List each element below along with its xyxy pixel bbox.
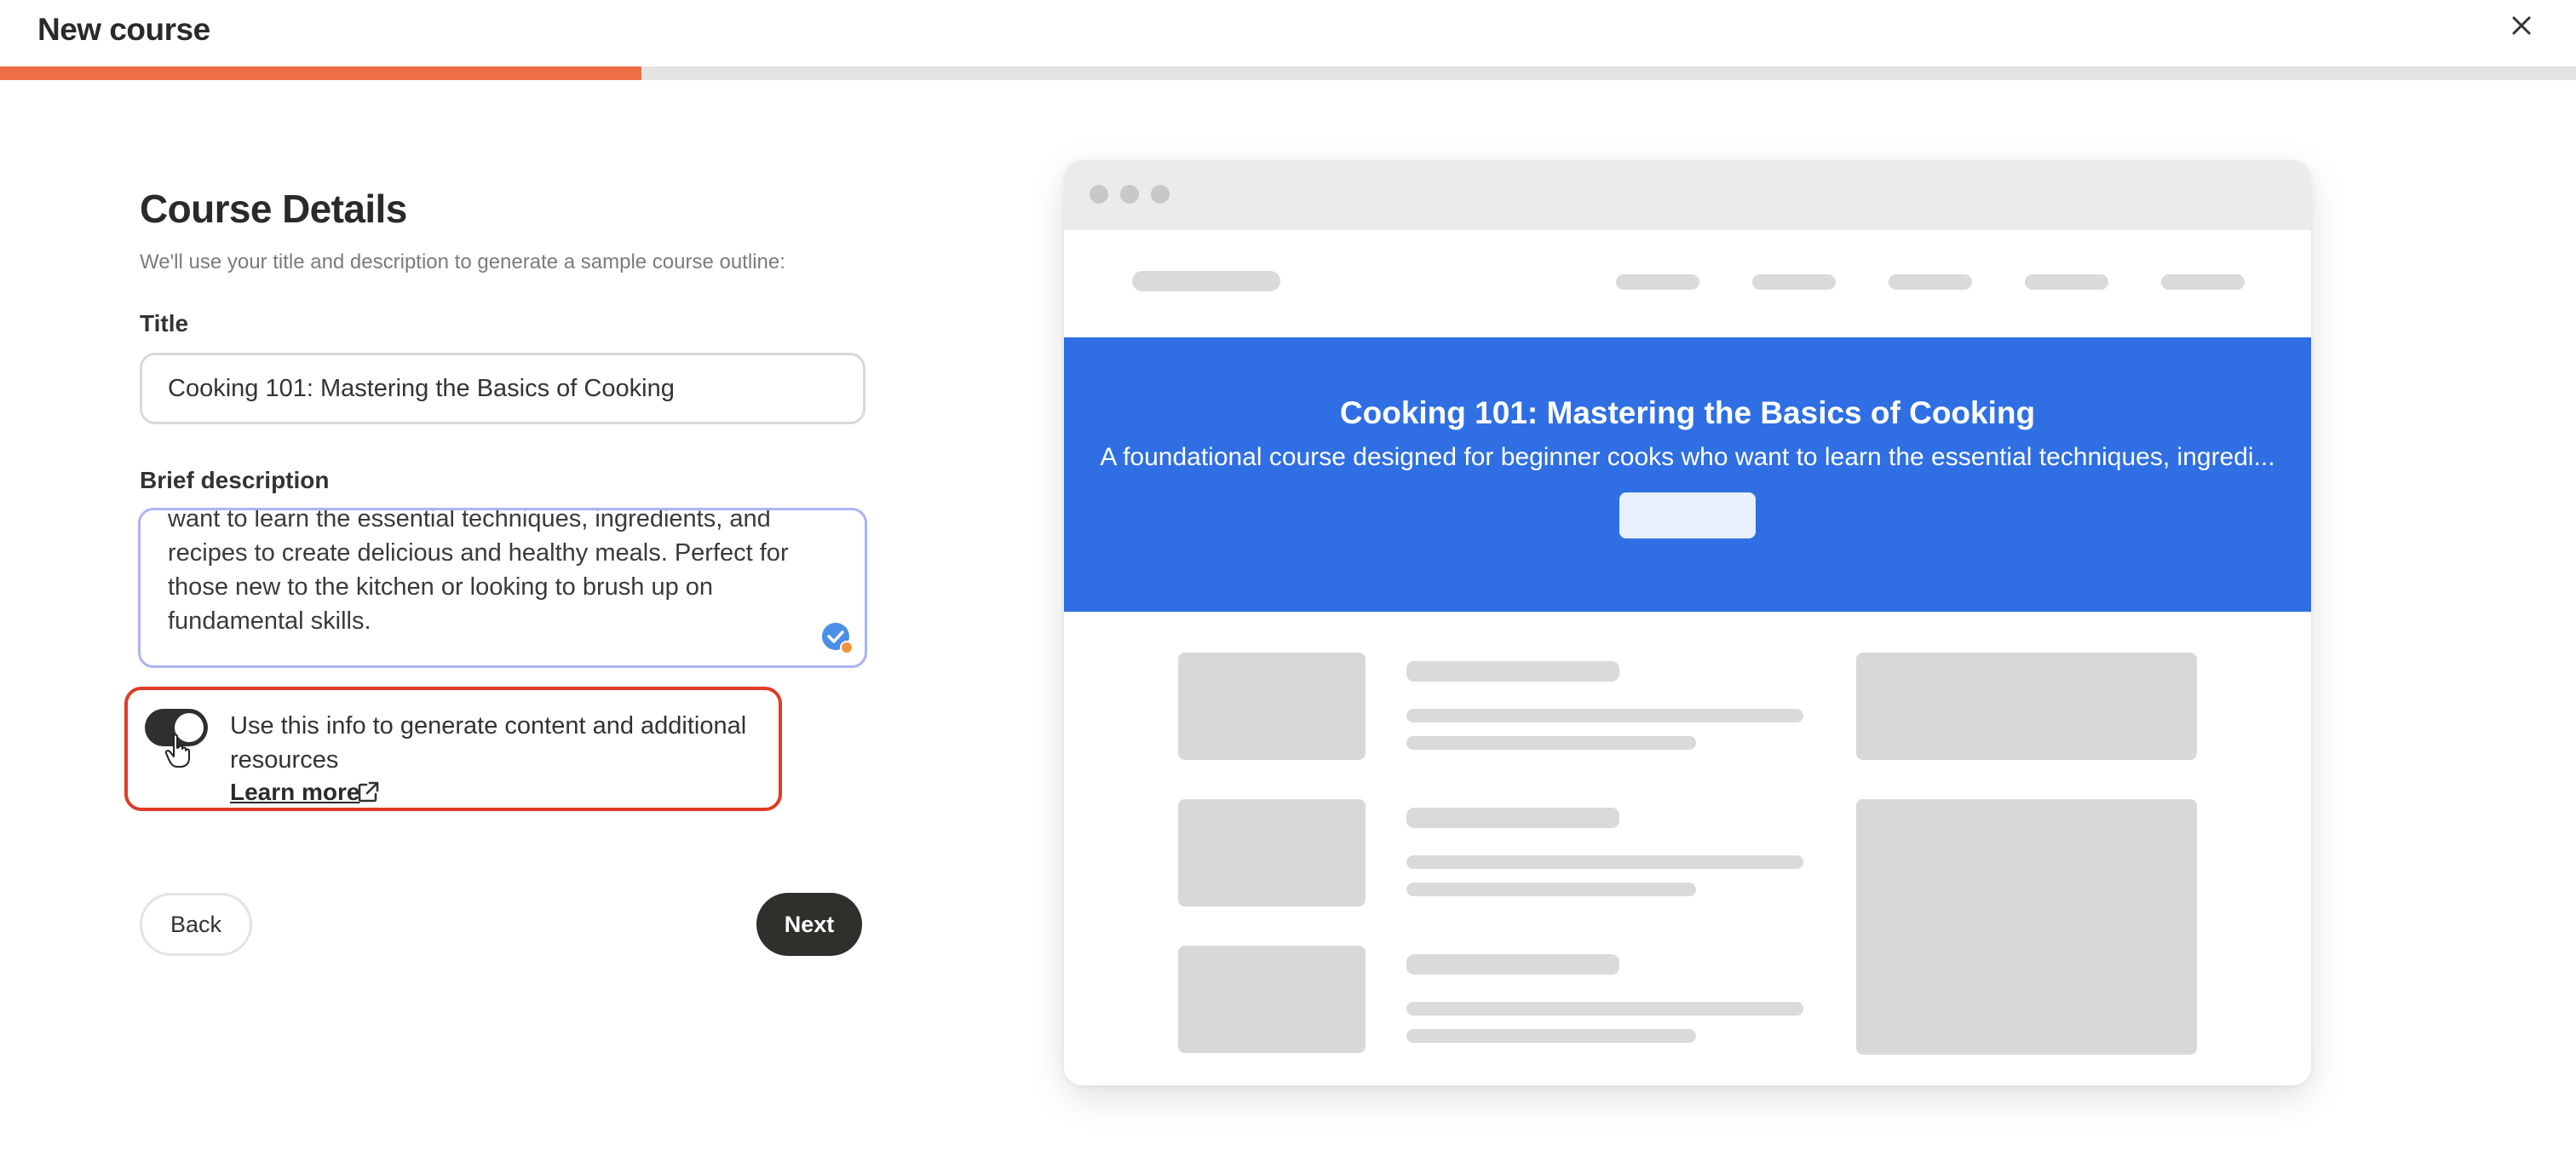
next-button[interactable]: Next (756, 893, 862, 956)
preview-thumbnail-placeholder (1178, 946, 1366, 1053)
close-button[interactable] (2504, 9, 2539, 43)
page-title: New course (37, 12, 210, 47)
hand-pointer-icon (164, 734, 190, 768)
description-text: want to learn the essential techniques, … (168, 508, 789, 635)
section-title: Course Details (140, 187, 407, 231)
learn-more-link[interactable]: Learn more (230, 779, 360, 806)
back-button[interactable]: Back (140, 893, 252, 956)
progress-fill (0, 66, 641, 80)
section-subtitle: We'll use your title and description to … (140, 250, 785, 273)
preview-text-placeholder (1406, 954, 1619, 975)
preview-text-placeholder (1406, 709, 1803, 722)
toggle-highlight: Use this info to generate content and ad… (124, 687, 782, 811)
preview-nav-placeholder (1889, 274, 1972, 290)
preview-nav-placeholder (2025, 274, 2108, 290)
modal-header: New course (0, 0, 2576, 66)
window-dot (1120, 185, 1139, 204)
preview-sidebar-placeholder (1856, 799, 2197, 1055)
preview-logo-placeholder (1132, 271, 1280, 291)
window-dot (1090, 185, 1108, 204)
preview-text-placeholder (1406, 1002, 1803, 1016)
preview-thumbnail-placeholder (1178, 653, 1366, 760)
toggle-label: Use this info to generate content and ad… (230, 712, 747, 774)
preview-hero-button-placeholder (1619, 492, 1756, 538)
preview-nav-placeholder (1752, 274, 1836, 290)
preview-thumbnail-placeholder (1178, 799, 1366, 906)
course-preview: Cooking 101: Mastering the Basics of Coo… (1064, 160, 2311, 1085)
grammar-check-icon[interactable] (820, 621, 854, 655)
course-details-form: Course Details We'll use your title and … (124, 186, 872, 956)
preview-text-placeholder (1406, 736, 1696, 750)
description-label: Brief description (140, 467, 330, 493)
preview-nav-placeholder (2161, 274, 2245, 290)
preview-text-placeholder (1406, 661, 1619, 682)
preview-text-placeholder (1406, 855, 1803, 869)
close-icon (2512, 16, 2531, 35)
window-dot (1151, 185, 1170, 204)
progress-bar (0, 66, 2576, 80)
preview-text-placeholder (1406, 808, 1619, 828)
preview-text-placeholder (1406, 1029, 1696, 1043)
title-label: Title (140, 310, 189, 337)
preview-hero-subtitle: A foundational course designed for begin… (1100, 443, 2275, 471)
preview-hero-title: Cooking 101: Mastering the Basics of Coo… (1339, 395, 2036, 430)
external-link-icon[interactable] (354, 779, 382, 806)
preview-sidebar-placeholder (1856, 653, 2197, 760)
preview-text-placeholder (1406, 883, 1696, 896)
title-input[interactable]: Cooking 101: Mastering the Basics of Coo… (140, 353, 865, 424)
preview-hero: Cooking 101: Mastering the Basics of Coo… (1064, 337, 2311, 612)
preview-nav-placeholder (1616, 274, 1699, 290)
browser-chrome (1064, 160, 2311, 230)
description-textarea[interactable]: want to learn the essential techniques, … (138, 508, 867, 668)
